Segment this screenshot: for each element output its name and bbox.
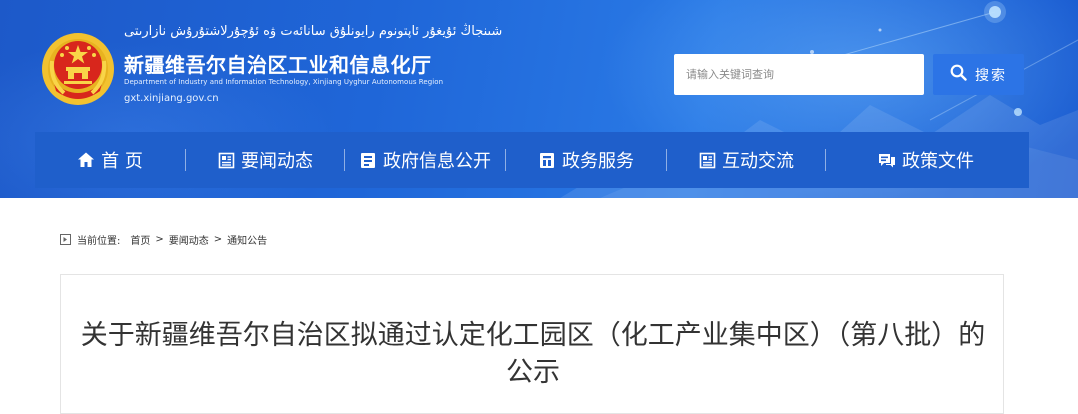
- nav-item-label: 互动交流: [722, 151, 794, 172]
- policy-icon: [878, 151, 896, 169]
- nav-item-label: 政府信息公开: [383, 151, 491, 172]
- nav-item-label: 政策文件: [902, 151, 974, 172]
- breadcrumb-notice-link[interactable]: 通知公告: [227, 232, 267, 247]
- location-icon: [60, 234, 71, 245]
- interaction-icon: [698, 151, 716, 169]
- nav-item-news[interactable]: 要闻动态: [186, 132, 344, 188]
- nav-item-label: 首 页: [101, 151, 143, 172]
- nav-item-label: 要闻动态: [241, 151, 313, 172]
- nav-item-services[interactable]: 政务服务: [506, 132, 666, 188]
- site-title[interactable]: 新疆维吾尔自治区工业和信息化厅: [124, 49, 432, 78]
- site-title-english: Department of Industry and Information T…: [124, 78, 444, 86]
- article-title-line: 公示: [506, 357, 560, 388]
- article-title-line: 关于新疆维吾尔自治区拟通过认定化工园区（化工产业集中区）（第八批）的: [80, 320, 986, 351]
- main-nav: 首 页 要闻动态 政府信息公开 政务服务 互动交流 政策文件: [35, 132, 1029, 188]
- nav-item-interaction[interactable]: 互动交流: [667, 132, 825, 188]
- nav-item-gov-info[interactable]: 政府信息公开: [345, 132, 505, 188]
- article-panel: 关于新疆维吾尔自治区拟通过认定化工园区（化工产业集中区）（第八批）的 公示: [60, 274, 1004, 414]
- news-icon: [217, 151, 235, 169]
- national-emblem-icon: [40, 31, 116, 107]
- breadcrumb-separator: >: [213, 234, 223, 245]
- search-button[interactable]: 搜索: [933, 54, 1024, 95]
- home-icon: [77, 151, 95, 169]
- search-icon: [950, 64, 967, 85]
- site-url: gxt.xinjiang.gov.cn: [124, 93, 219, 104]
- site-title-uyghur: شىنجاڭ ئۇيغۇر ئاپتونوم رايونلۇق سانائەت …: [124, 24, 503, 39]
- nav-item-label: 政务服务: [562, 151, 634, 172]
- breadcrumb-home-link[interactable]: 首页: [130, 232, 150, 247]
- article-title: 关于新疆维吾尔自治区拟通过认定化工园区（化工产业集中区）（第八批）的 公示: [61, 317, 1005, 391]
- service-icon: [538, 151, 556, 169]
- search-button-label: 搜索: [975, 67, 1007, 84]
- breadcrumb: 当前位置: 首页 > 要闻动态 > 通知公告: [60, 232, 267, 247]
- nav-item-home[interactable]: 首 页: [35, 132, 185, 188]
- search-input[interactable]: [674, 54, 924, 95]
- breadcrumb-label: 当前位置:: [77, 236, 121, 247]
- nav-item-policy[interactable]: 政策文件: [826, 132, 1026, 188]
- breadcrumb-separator: >: [155, 234, 164, 245]
- breadcrumb-news-link[interactable]: 要闻动态: [169, 232, 209, 247]
- document-icon: [359, 151, 377, 169]
